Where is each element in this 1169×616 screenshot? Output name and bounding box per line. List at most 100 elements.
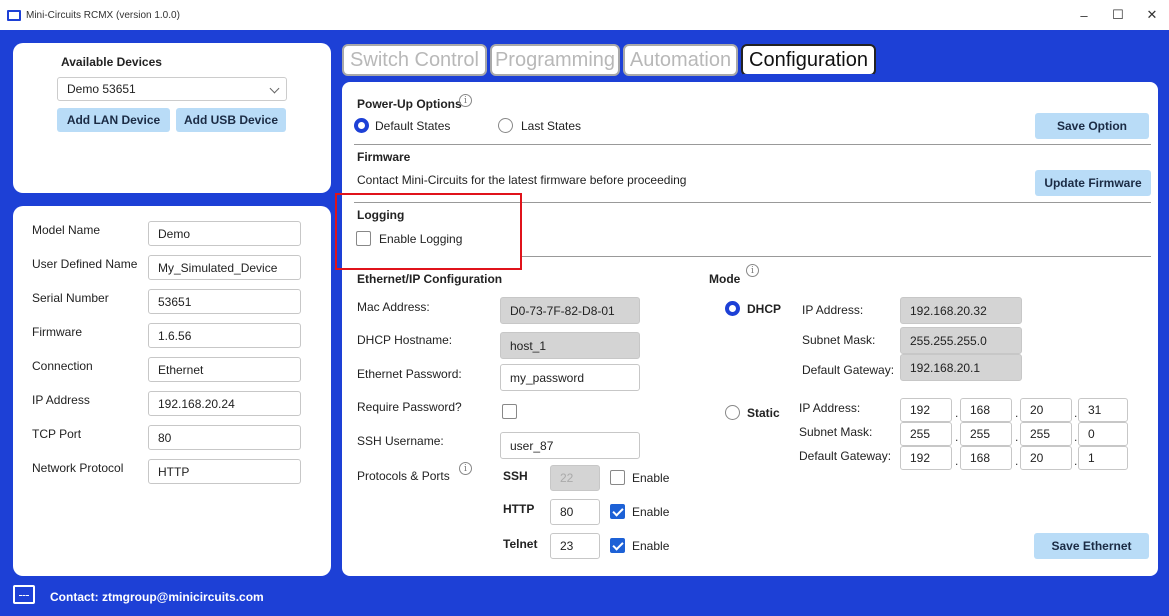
dhcp-label: DHCP — [747, 302, 782, 316]
info-label: User Defined Name — [32, 257, 138, 271]
save-option-button[interactable]: Save Option — [1035, 113, 1149, 139]
static-gw-octet-1[interactable]: 192 — [900, 446, 952, 470]
dhcp-subnet-label: Subnet Mask: — [802, 333, 876, 347]
http-port-input[interactable]: 80 — [550, 499, 600, 525]
static-ip-octet-1[interactable]: 192 — [900, 398, 952, 422]
logging-highlight-box — [335, 193, 522, 270]
dhcp-radio[interactable] — [725, 301, 740, 316]
static-mask-octet-2[interactable]: 255 — [960, 422, 1012, 446]
ethernet-password-label: Ethernet Password: — [357, 367, 462, 381]
info-label: Model Name — [32, 223, 101, 237]
ssh-port-field: 22 — [550, 465, 600, 491]
octet-separator: . — [955, 454, 959, 468]
info-icon[interactable]: i — [459, 462, 472, 475]
octet-separator: . — [1074, 454, 1078, 468]
monitor-icon — [13, 585, 35, 604]
minimize-icon[interactable]: – — [1067, 0, 1101, 30]
info-icon[interactable]: i — [459, 94, 472, 107]
info-label: Connection — [32, 359, 93, 373]
dhcp-gateway-label: Default Gateway: — [802, 363, 895, 377]
octet-separator: . — [1015, 454, 1019, 468]
dhcp-hostname-field: host_1 — [500, 332, 640, 359]
update-firmware-button[interactable]: Update Firmware — [1035, 170, 1151, 196]
info-label: TCP Port — [32, 427, 82, 441]
connection-field: Ethernet — [148, 357, 301, 382]
ethernet-password-input[interactable]: my_password — [500, 364, 640, 391]
save-ethernet-button[interactable]: Save Ethernet — [1034, 533, 1149, 559]
ssh-username-input[interactable]: user_87 — [500, 432, 640, 459]
last-states-radio[interactable] — [498, 118, 513, 133]
static-mask-octet-1[interactable]: 255 — [900, 422, 952, 446]
powerup-heading: Power-Up Options — [357, 97, 462, 111]
tab-switch-control[interactable]: Switch Control — [342, 44, 487, 76]
network-protocol-field: HTTP — [148, 459, 301, 484]
last-states-label: Last States — [521, 119, 582, 133]
default-states-label: Default States — [375, 119, 451, 133]
static-ip-octet-4[interactable]: 31 — [1078, 398, 1128, 422]
info-label: Firmware — [32, 325, 82, 339]
telnet-enable-checkbox[interactable] — [610, 538, 625, 553]
require-password-checkbox[interactable] — [502, 404, 517, 419]
device-select-value: Demo 53651 — [67, 82, 136, 96]
ssh-enable-checkbox[interactable] — [610, 470, 625, 485]
static-mask-octet-4[interactable]: 0 — [1078, 422, 1128, 446]
divider — [520, 256, 1151, 257]
add-lan-device-button[interactable]: Add LAN Device — [57, 108, 170, 132]
maximize-icon[interactable]: ☐ — [1101, 0, 1135, 30]
info-label: IP Address — [32, 393, 90, 407]
mode-heading: Mode — [709, 272, 741, 286]
title-bar: Mini-Circuits RCMX (version 1.0.0) – ☐ ✕ — [0, 0, 1169, 30]
telnet-port-input[interactable]: 23 — [550, 533, 600, 559]
tcp-port-field: 80 — [148, 425, 301, 450]
contact-email[interactable]: Contact: ztmgroup@minicircuits.com — [50, 590, 264, 604]
serial-number-field: 53651 — [148, 289, 301, 314]
static-subnet-label: Subnet Mask: — [799, 425, 873, 439]
protocol-name-telnet: Telnet — [503, 537, 538, 551]
static-ip-octet-2[interactable]: 168 — [960, 398, 1012, 422]
http-enable-label: Enable — [632, 505, 670, 519]
tab-automation[interactable]: Automation — [623, 44, 738, 76]
add-usb-device-button[interactable]: Add USB Device — [176, 108, 286, 132]
static-gw-octet-2[interactable]: 168 — [960, 446, 1012, 470]
octet-separator: . — [1074, 430, 1078, 444]
firmware-note: Contact Mini-Circuits for the latest fir… — [357, 173, 687, 187]
tab-configuration[interactable]: Configuration — [741, 44, 876, 77]
static-gw-octet-4[interactable]: 1 — [1078, 446, 1128, 470]
static-label: Static — [747, 406, 780, 420]
dhcp-subnet-field: 255.255.255.0 — [900, 327, 1022, 354]
telnet-enable-label: Enable — [632, 539, 670, 553]
divider — [354, 144, 1151, 145]
configuration-panel: Power-Up Options i Default States Last S… — [342, 82, 1158, 576]
protocol-name-ssh: SSH — [503, 469, 528, 483]
protocol-name-http: HTTP — [503, 502, 535, 516]
http-enable-checkbox[interactable] — [610, 504, 625, 519]
ssh-enable-label: Enable — [632, 471, 670, 485]
dhcp-gateway-field: 192.168.20.1 — [900, 354, 1022, 381]
dhcp-hostname-label: DHCP Hostname: — [357, 333, 453, 347]
dhcp-ip-field: 192.168.20.32 — [900, 297, 1022, 324]
model-name-field: Demo — [148, 221, 301, 246]
static-radio[interactable] — [725, 405, 740, 420]
user-defined-name-field: My_Simulated_Device — [148, 255, 301, 280]
octet-separator: . — [1015, 430, 1019, 444]
static-ip-octet-3[interactable]: 20 — [1020, 398, 1072, 422]
static-mask-octet-3[interactable]: 255 — [1020, 422, 1072, 446]
ssh-username-label: SSH Username: — [357, 434, 444, 448]
app-icon — [7, 9, 21, 21]
static-gateway-label: Default Gateway: — [799, 449, 892, 463]
default-states-radio[interactable] — [354, 118, 369, 133]
chevron-down-icon — [269, 83, 280, 94]
ethernet-heading: Ethernet/IP Configuration — [357, 272, 503, 286]
tab-programming[interactable]: Programming — [490, 44, 620, 76]
mac-address-field: D0-73-7F-82-D8-01 — [500, 297, 640, 324]
require-password-label: Require Password? — [357, 400, 462, 414]
device-select[interactable]: Demo 53651 — [57, 77, 287, 101]
octet-separator: . — [955, 430, 959, 444]
window-controls: – ☐ ✕ — [1067, 0, 1169, 30]
static-gw-octet-3[interactable]: 20 — [1020, 446, 1072, 470]
mac-address-label: Mac Address: — [357, 300, 430, 314]
close-icon[interactable]: ✕ — [1135, 0, 1169, 30]
info-label: Network Protocol — [32, 461, 124, 475]
info-icon[interactable]: i — [746, 264, 759, 277]
available-devices-panel: Available Devices Demo 53651 Add LAN Dev… — [13, 43, 331, 193]
